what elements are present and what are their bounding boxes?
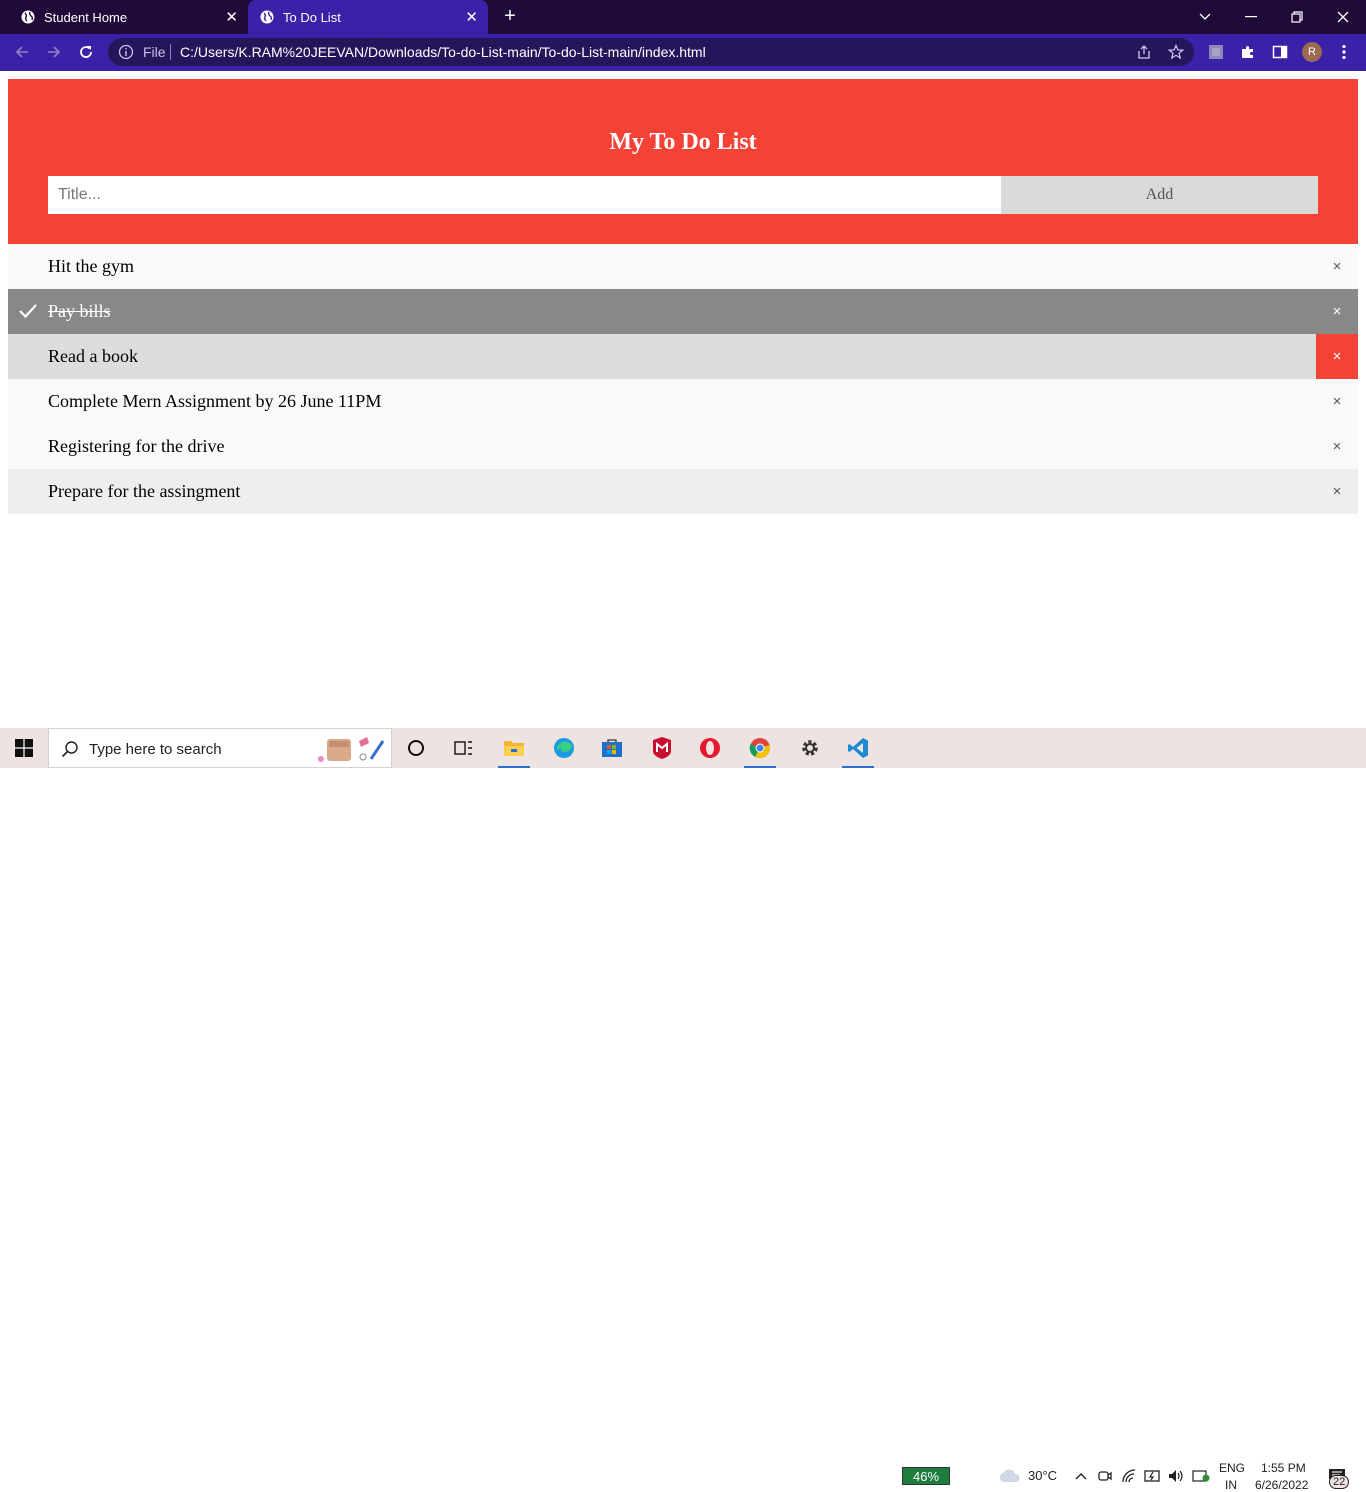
menu-kebab-icon[interactable] bbox=[1334, 42, 1354, 62]
clock-date[interactable]: 6/26/2022 bbox=[1255, 1478, 1308, 1492]
page-viewport: My To Do List Add Hit the gym × Pay bill… bbox=[0, 71, 1366, 728]
share-icon[interactable] bbox=[1134, 42, 1154, 62]
taskbar-search-box[interactable]: Type here to search bbox=[48, 728, 392, 768]
new-tab-button[interactable]: + bbox=[500, 6, 520, 26]
close-window-icon[interactable] bbox=[1320, 0, 1366, 34]
wifi-icon[interactable] bbox=[1119, 1466, 1139, 1486]
weather-temp[interactable]: 30°C bbox=[1028, 1468, 1057, 1483]
battery-indicator[interactable]: 46% bbox=[902, 1467, 950, 1485]
list-item-checked[interactable]: Pay bills × bbox=[8, 289, 1358, 334]
microsoft-store-icon[interactable] bbox=[588, 728, 636, 768]
list-item[interactable]: Prepare for the assingment × bbox=[8, 469, 1358, 514]
tab-search-icon[interactable] bbox=[1182, 0, 1228, 34]
profile-avatar[interactable]: R bbox=[1302, 42, 1322, 62]
list-item[interactable]: Hit the gym × bbox=[8, 244, 1358, 289]
notification-count-badge: 22 bbox=[1329, 1475, 1350, 1489]
delete-icon[interactable]: × bbox=[1316, 244, 1358, 289]
item-text: Pay bills bbox=[48, 301, 111, 321]
meet-now-icon[interactable] bbox=[1095, 1466, 1115, 1486]
url-text[interactable]: C:/Users/K.RAM%20JEEVAN/Downloads/To-do-… bbox=[180, 44, 706, 60]
clock-time[interactable]: 1:55 PM bbox=[1261, 1461, 1306, 1475]
globe-icon bbox=[260, 10, 274, 24]
opera-icon[interactable] bbox=[686, 728, 734, 768]
item-text: Complete Mern Assignment by 26 June 11PM bbox=[48, 391, 382, 411]
forward-icon[interactable] bbox=[42, 40, 66, 64]
item-text: Prepare for the assingment bbox=[48, 481, 241, 501]
reload-icon[interactable] bbox=[74, 40, 98, 64]
delete-icon[interactable]: × bbox=[1316, 424, 1358, 469]
chrome-icon[interactable] bbox=[736, 728, 784, 768]
security-status-icon[interactable] bbox=[1191, 1466, 1211, 1486]
region-label[interactable]: IN bbox=[1225, 1478, 1237, 1492]
windows-start-icon[interactable] bbox=[0, 728, 48, 768]
back-icon[interactable] bbox=[10, 40, 34, 64]
delete-icon[interactable]: × bbox=[1316, 469, 1358, 514]
delete-icon[interactable]: × bbox=[1316, 334, 1358, 379]
task-view-icon[interactable] bbox=[440, 728, 488, 768]
vscode-icon[interactable] bbox=[834, 728, 882, 768]
list-item[interactable]: Read a book × bbox=[8, 334, 1358, 379]
volume-icon[interactable] bbox=[1167, 1466, 1187, 1486]
chevron-up-icon[interactable] bbox=[1071, 1466, 1091, 1486]
file-label: File bbox=[143, 44, 166, 60]
extensions-puzzle-icon[interactable] bbox=[1238, 42, 1258, 62]
search-placeholder: Type here to search bbox=[89, 741, 222, 758]
tab-label: To Do List bbox=[283, 9, 341, 25]
page-title: My To Do List bbox=[609, 129, 757, 155]
todo-header: My To Do List Add bbox=[8, 79, 1358, 244]
checkmark-icon bbox=[18, 302, 38, 320]
file-explorer-icon[interactable] bbox=[490, 728, 538, 768]
search-icon bbox=[61, 740, 79, 763]
close-tab-icon[interactable]: ✕ bbox=[465, 8, 478, 26]
language-label[interactable]: ENG bbox=[1219, 1461, 1245, 1475]
address-separator bbox=[170, 44, 171, 60]
info-icon[interactable] bbox=[118, 44, 134, 60]
tab-to-do-list[interactable]: To Do List ✕ bbox=[248, 0, 488, 34]
search-highlight-illustration-icon bbox=[315, 733, 387, 770]
taskbar: Type here to search 46% 30°C ENG IN 1:55… bbox=[0, 728, 1366, 1492]
item-text: Registering for the drive bbox=[48, 436, 225, 456]
extension-app-icon[interactable] bbox=[1206, 42, 1226, 62]
item-text: Hit the gym bbox=[48, 256, 134, 276]
edge-browser-icon[interactable] bbox=[540, 728, 588, 768]
list-item[interactable]: Registering for the drive × bbox=[8, 424, 1358, 469]
settings-gear-icon[interactable] bbox=[786, 728, 834, 768]
restore-icon[interactable] bbox=[1274, 0, 1320, 34]
cortana-icon[interactable] bbox=[392, 728, 440, 768]
todo-list: Hit the gym × Pay bills × Read a book × … bbox=[8, 244, 1358, 514]
mcafee-icon[interactable] bbox=[638, 728, 686, 768]
globe-icon bbox=[21, 10, 35, 24]
tab-student-home[interactable]: Student Home ✕ bbox=[0, 0, 246, 34]
delete-icon[interactable]: × bbox=[1316, 289, 1358, 334]
add-button[interactable]: Add bbox=[1001, 176, 1318, 214]
browser-tab-strip: Student Home ✕ To Do List ✕ + bbox=[0, 0, 1366, 34]
side-panel-icon[interactable] bbox=[1270, 42, 1290, 62]
close-tab-icon[interactable]: ✕ bbox=[225, 8, 238, 26]
minimize-icon[interactable] bbox=[1228, 0, 1274, 34]
delete-icon[interactable]: × bbox=[1316, 379, 1358, 424]
weather-cloud-icon[interactable] bbox=[996, 1466, 1022, 1486]
battery-charging-icon[interactable] bbox=[1143, 1466, 1163, 1486]
tab-label: Student Home bbox=[44, 9, 128, 25]
list-item[interactable]: Complete Mern Assignment by 26 June 11PM… bbox=[8, 379, 1358, 424]
item-text: Read a book bbox=[48, 346, 138, 366]
title-input[interactable] bbox=[48, 176, 1001, 214]
bookmark-star-icon[interactable] bbox=[1166, 42, 1186, 62]
